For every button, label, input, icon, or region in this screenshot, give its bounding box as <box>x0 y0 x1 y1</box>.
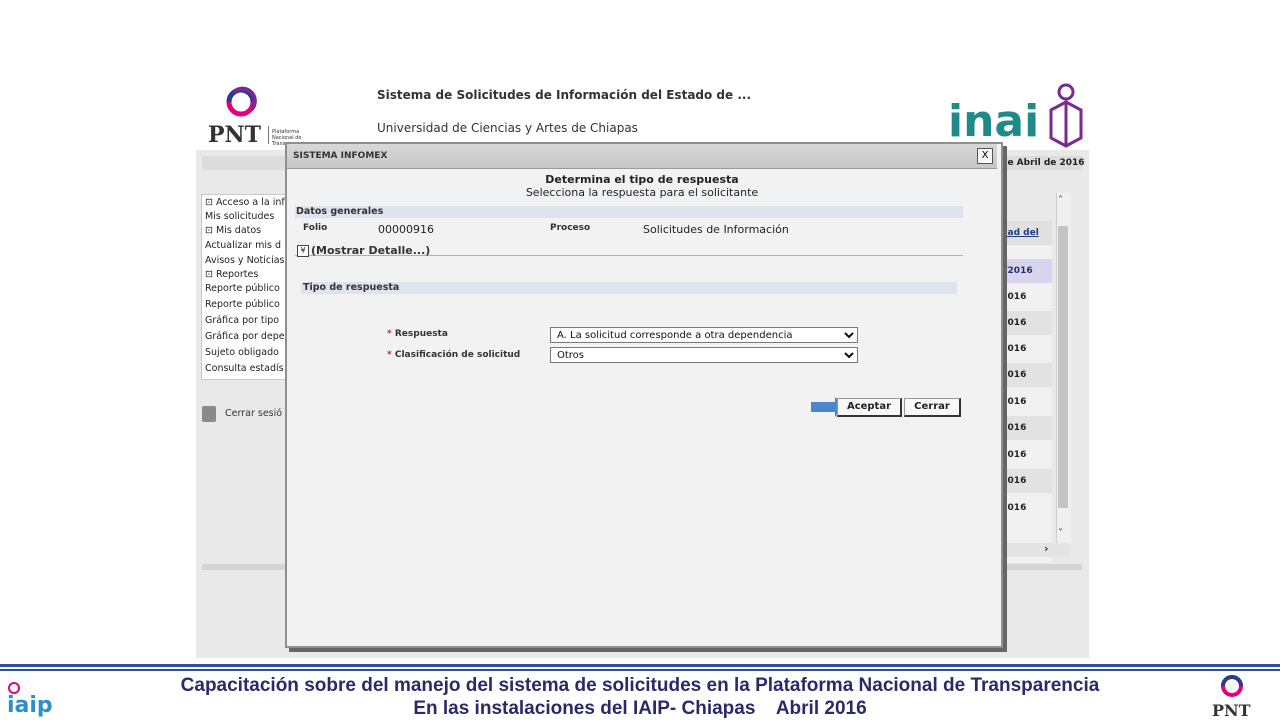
response-section-title: Tipo de respuesta <box>303 282 400 293</box>
modal-subheading: Selecciona la respuesta para el solicita… <box>525 186 759 199</box>
logout-icon[interactable] <box>202 406 216 422</box>
table-cell[interactable]: /2016 <box>996 363 1052 387</box>
menu-item[interactable]: Gráfica por depe <box>205 331 285 342</box>
table-cell[interactable]: /2016 <box>996 337 1052 361</box>
modal-title: SISTEMA INFOMEX <box>293 151 388 161</box>
menu-item[interactable]: ⊡ Reportes <box>205 269 258 280</box>
svg-text:inai: inai <box>948 96 1039 147</box>
accept-button[interactable]: Aceptar <box>837 398 902 417</box>
date-text: de Abril de 2016 <box>1001 158 1085 168</box>
side-menu: ⊡ Acceso a la inf Mis solicitudes ⊡ Mis … <box>201 194 293 380</box>
menu-item[interactable]: Consulta estadís <box>205 363 284 374</box>
footer-subtitle: En las instalaciones del IAIP- Chiapas A… <box>413 698 867 719</box>
table-header[interactable]: idad del <box>996 221 1052 245</box>
scroll-down-icon[interactable]: ˅ <box>1058 528 1063 539</box>
svg-text:PNT: PNT <box>1212 701 1251 720</box>
general-section-header <box>295 206 963 218</box>
respuesta-label: Respuesta <box>394 329 448 339</box>
required-mark: * <box>387 350 392 360</box>
general-section-title: Datos generales <box>296 206 384 217</box>
menu-item[interactable]: ⊡ Acceso a la inf <box>205 197 285 208</box>
response-section-header <box>301 282 957 294</box>
table-cell[interactable]: /2016 <box>996 285 1052 309</box>
clasificacion-label-row: * Clasificación de solicitud <box>387 350 520 360</box>
response-type-modal: SISTEMA INFOMEX X Determina el tipo de r… <box>285 142 1003 648</box>
required-mark: * <box>387 329 392 339</box>
folio-label: Folio <box>303 223 328 233</box>
pointer-arrow-icon <box>811 402 837 412</box>
clasificacion-select[interactable]: Otros <box>550 347 858 363</box>
table-cell[interactable]: /2016 <box>996 496 1052 520</box>
logout-link[interactable]: Cerrar sesió <box>225 408 282 419</box>
requests-table-fragment: idad del 5/2016 /2016 /2016 /2016 /2016 … <box>996 221 1052 563</box>
menu-item[interactable]: Gráfica por tipo <box>205 315 279 326</box>
footer-rule <box>0 669 1280 671</box>
system-title: Sistema de Solicitudes de Información de… <box>377 88 752 102</box>
table-cell[interactable]: /2016 <box>996 416 1052 440</box>
menu-item[interactable]: Mis solicitudes <box>205 211 274 222</box>
footer-rule <box>0 664 1280 667</box>
respuesta-select[interactable]: A. La solicitud corresponde a otra depen… <box>550 327 858 343</box>
expand-icon[interactable]: ¥ <box>297 245 309 257</box>
close-button[interactable]: Cerrar <box>904 398 961 417</box>
table-cell[interactable]: /2016 <box>996 443 1052 467</box>
inai-logo: inai <box>948 83 1083 148</box>
table-cell[interactable]: /2016 <box>996 469 1052 493</box>
pnt-logo: PNT Plataforma Nacional de Transparencia <box>208 86 307 148</box>
menu-item[interactable]: Reporte público <box>205 299 280 310</box>
scrollbar-thumb[interactable] <box>1058 226 1068 508</box>
menu-item[interactable]: Reporte público <box>205 283 280 294</box>
horizontal-scrollbar[interactable] <box>996 543 1070 557</box>
menu-item[interactable]: ⊡ Mis datos <box>205 225 261 236</box>
proceso-value: Solicitudes de Información <box>643 223 789 236</box>
show-detail-toggle[interactable]: (Mostrar Detalle...) <box>311 244 430 257</box>
clasificacion-label: Clasificación de solicitud <box>394 350 521 360</box>
table-cell[interactable]: /2016 <box>996 390 1052 414</box>
menu-item[interactable]: Avisos y Noticias <box>205 255 285 266</box>
scroll-up-icon[interactable]: ˄ <box>1058 195 1063 206</box>
close-icon[interactable]: X <box>977 148 993 164</box>
modal-titlebar <box>287 144 997 169</box>
university-name: Universidad de Ciencias y Artes de Chiap… <box>377 121 638 135</box>
pnt-footer-logo: PNT <box>1212 675 1251 720</box>
respuesta-label-row: * Respuesta <box>387 329 448 339</box>
proceso-label: Proceso <box>550 223 591 233</box>
footer-title: Capacitación sobre del manejo del sistem… <box>180 675 1100 696</box>
menu-item[interactable]: Actualizar mis d <box>205 240 281 251</box>
modal-heading: Determina el tipo de respuesta <box>545 173 739 186</box>
table-cell[interactable]: 5/2016 <box>996 259 1052 283</box>
scroll-right-icon[interactable]: › <box>1044 542 1049 555</box>
table-cell[interactable]: /2016 <box>996 311 1052 335</box>
folio-value: 00000916 <box>378 223 434 236</box>
menu-item[interactable]: Sujeto obligado <box>205 347 279 358</box>
svg-text:PNT: PNT <box>208 122 262 148</box>
